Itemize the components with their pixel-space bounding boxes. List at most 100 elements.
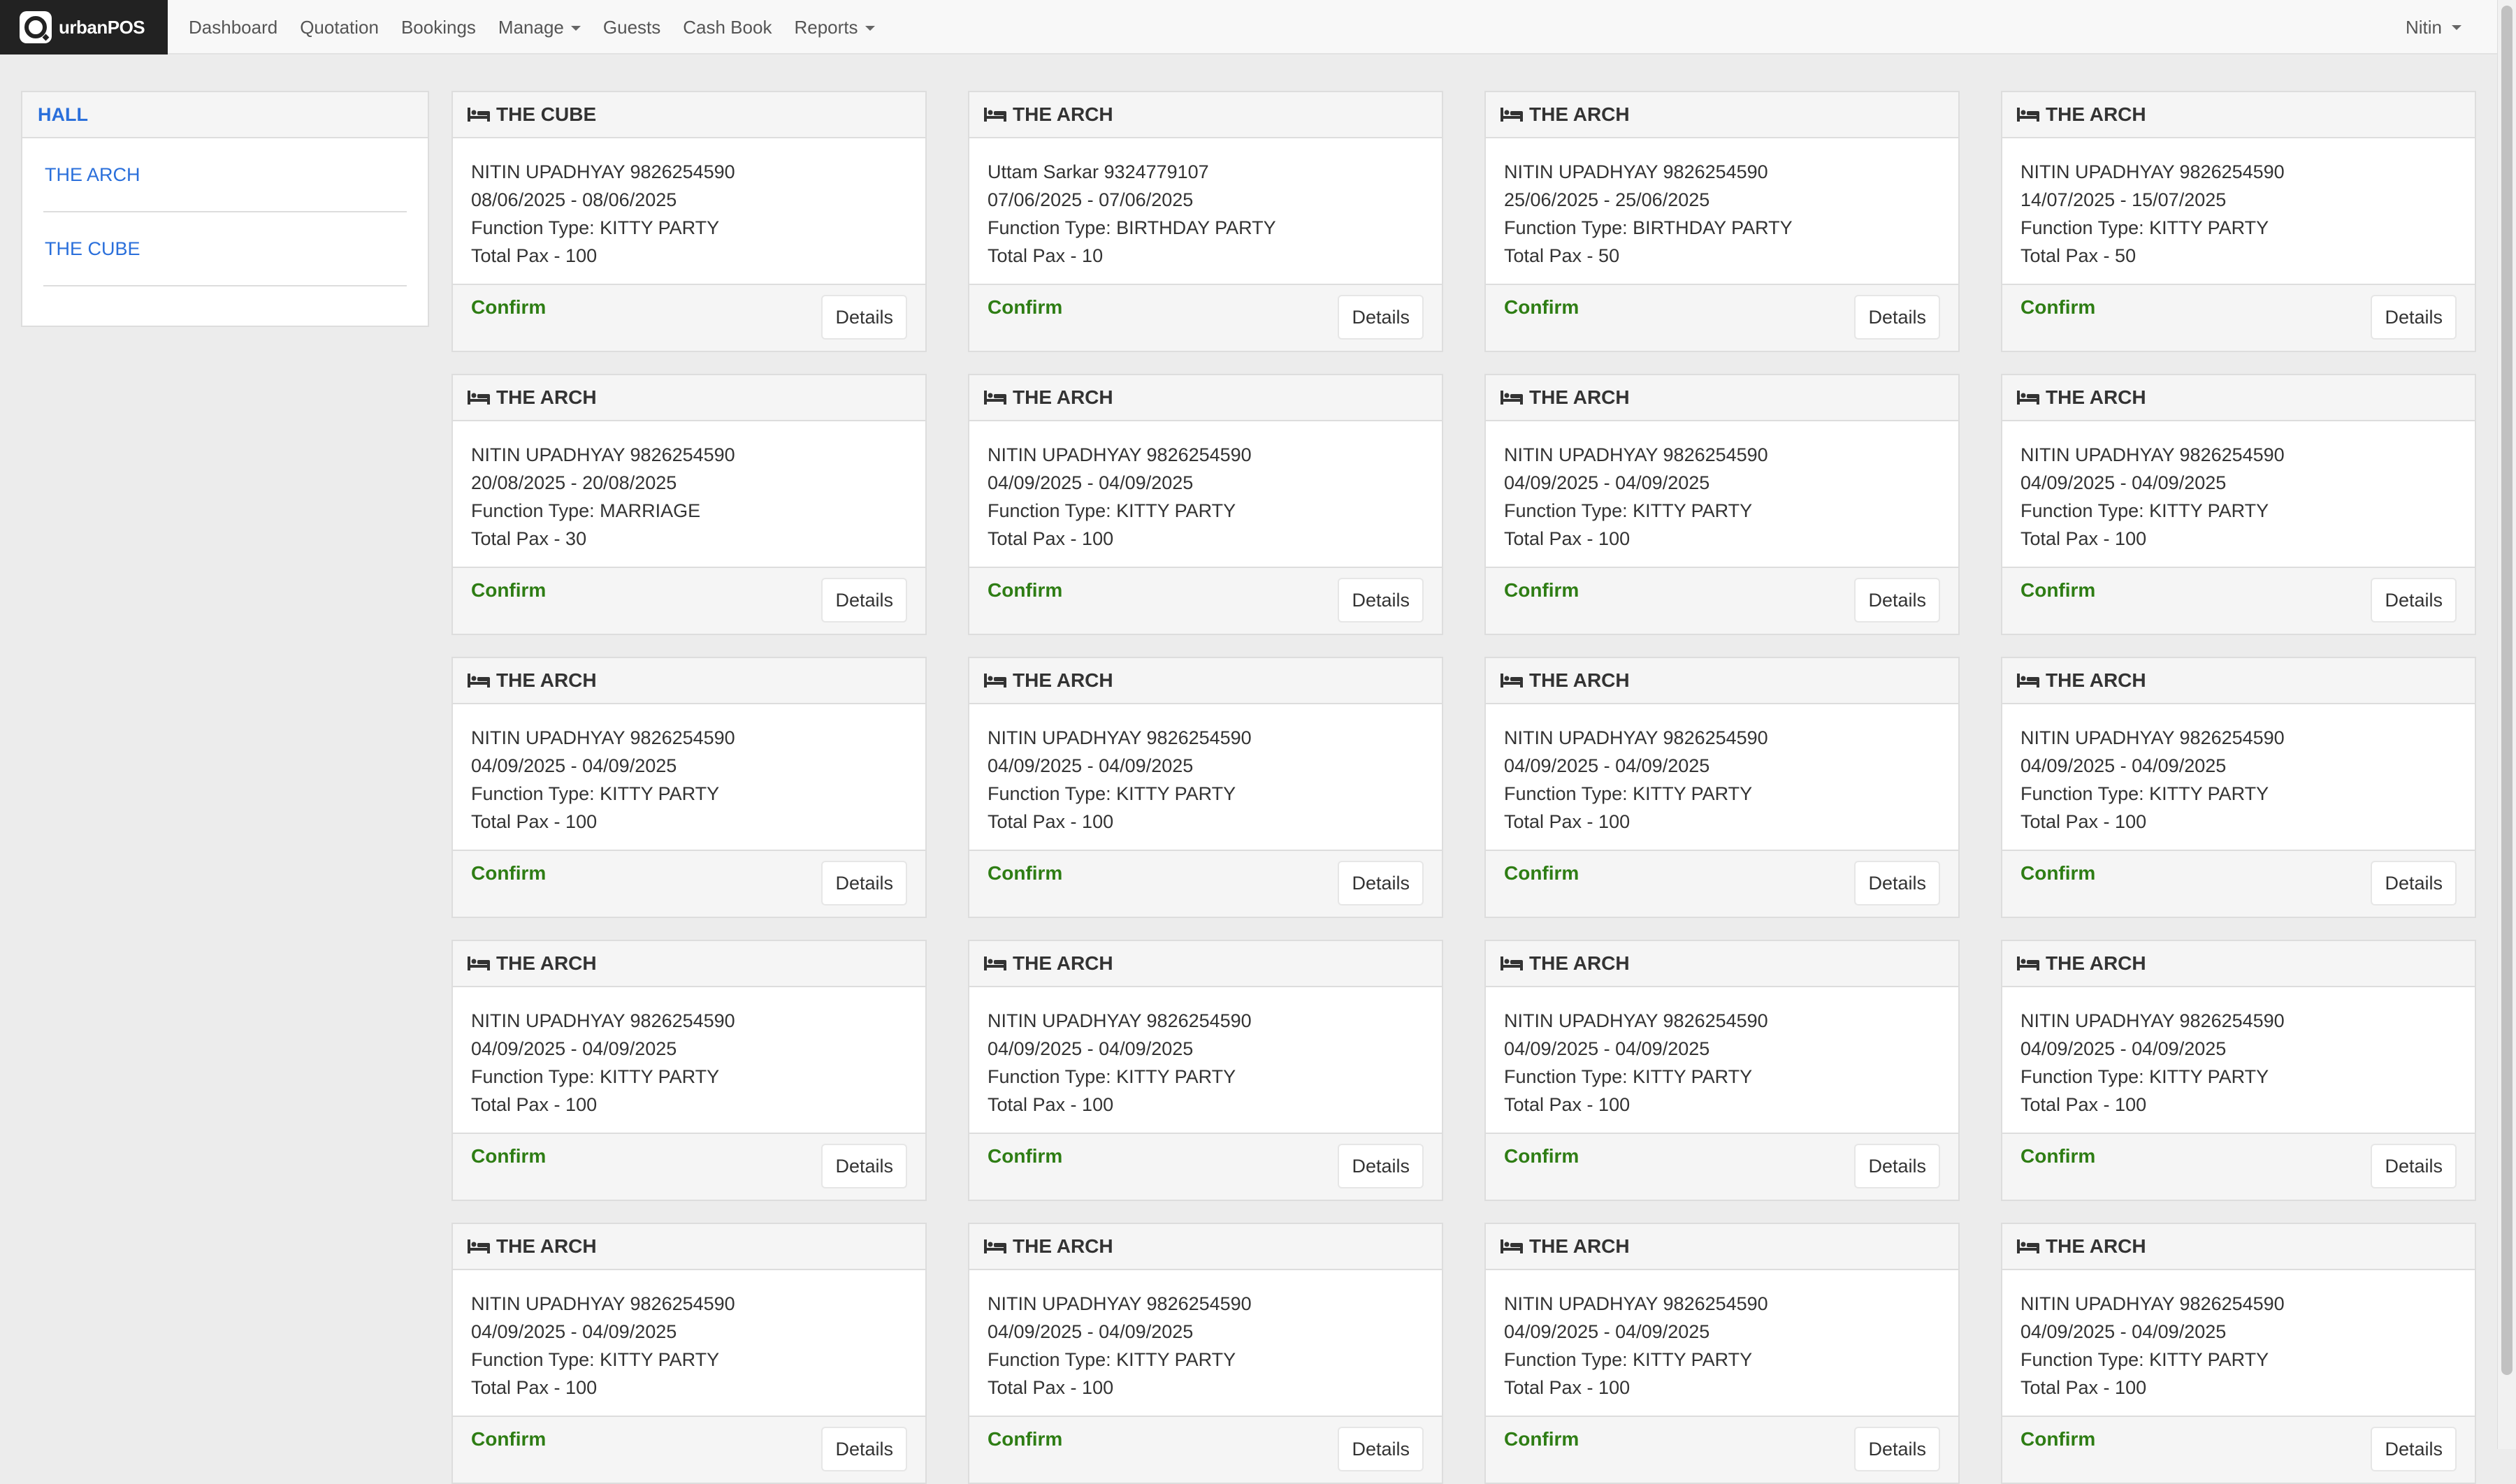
booking-card: THE ARCH NITIN UPADHYAY 9826254590 20/08…: [451, 374, 927, 635]
card-body: NITIN UPADHYAY 9826254590 04/09/2025 - 0…: [969, 1270, 1442, 1406]
nav-link-bookings[interactable]: Bookings: [401, 17, 476, 38]
user-menu[interactable]: Nitin: [2406, 0, 2461, 54]
total-pax: Total Pax - 100: [988, 1094, 1114, 1115]
scrollbar-thumb[interactable]: [2501, 6, 2513, 1375]
booking-dates: 04/09/2025 - 04/09/2025: [2020, 1321, 2227, 1342]
bed-icon: [1500, 389, 1524, 406]
bed-icon: [983, 106, 1007, 123]
function-type: Function Type: KITTY PARTY: [2020, 217, 2269, 238]
status-label: Confirm: [471, 862, 547, 884]
guest-info: NITIN UPADHYAY 9826254590: [988, 727, 1252, 748]
function-type: Function Type: KITTY PARTY: [1504, 1066, 1753, 1087]
total-pax: Total Pax - 100: [471, 245, 598, 266]
function-type: Function Type: KITTY PARTY: [471, 1066, 720, 1087]
card-hall-name: THE ARCH: [2046, 386, 2146, 408]
booking-dates: 08/06/2025 - 08/06/2025: [471, 189, 677, 210]
card-footer: Confirm Details: [969, 850, 1442, 917]
details-button[interactable]: Details: [1338, 295, 1424, 340]
card-footer: Confirm Details: [453, 1416, 925, 1483]
sidebar-item-the-cube[interactable]: THE CUBE: [43, 212, 407, 286]
details-button[interactable]: Details: [2371, 578, 2457, 623]
function-type: Function Type: MARRIAGE: [471, 500, 701, 521]
details-button[interactable]: Details: [2371, 1427, 2457, 1471]
nav-link-manage-label: Manage: [498, 16, 564, 38]
nav-link-quotation[interactable]: Quotation: [300, 17, 379, 38]
status-label: Confirm: [2020, 296, 2096, 318]
card-body: NITIN UPADHYAY 9826254590 04/09/2025 - 0…: [2002, 987, 2475, 1123]
card-body: NITIN UPADHYAY 9826254590 04/09/2025 - 0…: [2002, 1270, 2475, 1406]
details-button[interactable]: Details: [1338, 578, 1424, 623]
details-button[interactable]: Details: [1854, 295, 1940, 340]
booking-dates: 04/09/2025 - 04/09/2025: [1504, 1321, 1710, 1342]
details-button[interactable]: Details: [1338, 1427, 1424, 1471]
card-header: THE ARCH: [969, 375, 1442, 421]
function-type: Function Type: KITTY PARTY: [2020, 783, 2269, 804]
nav-dropdown-manage[interactable]: Manage: [498, 17, 581, 38]
bed-icon: [1500, 1238, 1524, 1255]
function-type: Function Type: KITTY PARTY: [2020, 1066, 2269, 1087]
details-button[interactable]: Details: [1338, 861, 1424, 905]
total-pax: Total Pax - 100: [2020, 528, 2147, 549]
function-type: Function Type: BIRTHDAY PARTY: [1504, 217, 1793, 238]
details-button[interactable]: Details: [1854, 1427, 1940, 1471]
function-type: Function Type: KITTY PARTY: [2020, 1349, 2269, 1370]
brand-logo[interactable]: urbanPOS: [0, 0, 168, 54]
details-button[interactable]: Details: [1854, 1144, 1940, 1188]
bed-icon: [983, 672, 1007, 689]
booking-dates: 04/09/2025 - 04/09/2025: [2020, 755, 2227, 776]
card-hall-name: THE ARCH: [1529, 386, 1630, 408]
bed-icon: [2016, 1238, 2040, 1255]
status-label: Confirm: [1504, 1428, 1579, 1450]
nav-link-dashboard[interactable]: Dashboard: [189, 17, 277, 38]
details-button[interactable]: Details: [821, 861, 907, 905]
booking-card: THE ARCH NITIN UPADHYAY 9826254590 04/09…: [968, 374, 1443, 635]
card-body: NITIN UPADHYAY 9826254590 25/06/2025 - 2…: [1486, 138, 1958, 274]
card-footer: Confirm Details: [1486, 1133, 1958, 1200]
booking-dates: 04/09/2025 - 04/09/2025: [2020, 472, 2227, 493]
nav-link-reports-label: Reports: [794, 16, 858, 38]
details-button[interactable]: Details: [821, 1144, 907, 1188]
details-button[interactable]: Details: [1854, 861, 1940, 905]
bed-icon: [983, 389, 1007, 406]
card-footer: Confirm Details: [969, 567, 1442, 634]
guest-info: NITIN UPADHYAY 9826254590: [471, 161, 735, 182]
nav-link-guests[interactable]: Guests: [603, 17, 660, 38]
total-pax: Total Pax - 100: [988, 1377, 1114, 1398]
status-label: Confirm: [1504, 862, 1579, 884]
guest-info: NITIN UPADHYAY 9826254590: [988, 1010, 1252, 1031]
booking-card: THE CUBE NITIN UPADHYAY 9826254590 08/06…: [451, 91, 927, 352]
booking-card: THE ARCH NITIN UPADHYAY 9826254590 04/09…: [1484, 657, 1960, 918]
details-button[interactable]: Details: [821, 578, 907, 623]
guest-info: NITIN UPADHYAY 9826254590: [1504, 1010, 1768, 1031]
total-pax: Total Pax - 100: [471, 1377, 598, 1398]
urbanpos-logo-icon: [20, 11, 52, 43]
page-scrollbar[interactable]: [2497, 0, 2516, 1449]
nav-dropdown-reports[interactable]: Reports: [794, 16, 875, 38]
nav-link-cash-book[interactable]: Cash Book: [683, 17, 772, 38]
details-button[interactable]: Details: [821, 295, 907, 340]
details-button[interactable]: Details: [1854, 578, 1940, 623]
function-type: Function Type: KITTY PARTY: [471, 1349, 720, 1370]
top-navbar: urbanPOS Dashboard Quotation Bookings Ma…: [0, 0, 2516, 54]
details-button[interactable]: Details: [2371, 1144, 2457, 1188]
card-body: NITIN UPADHYAY 9826254590 08/06/2025 - 0…: [453, 138, 925, 274]
guest-info: NITIN UPADHYAY 9826254590: [1504, 727, 1768, 748]
status-label: Confirm: [2020, 1145, 2096, 1167]
card-hall-name: THE ARCH: [1529, 952, 1630, 974]
function-type: Function Type: KITTY PARTY: [1504, 783, 1753, 804]
card-body: NITIN UPADHYAY 9826254590 04/09/2025 - 0…: [453, 987, 925, 1123]
details-button[interactable]: Details: [1338, 1144, 1424, 1188]
booking-dates: 25/06/2025 - 25/06/2025: [1504, 189, 1710, 210]
card-footer: Confirm Details: [1486, 850, 1958, 917]
caret-down-icon: [570, 26, 581, 31]
sidebar-item-the-arch[interactable]: THE ARCH: [43, 138, 407, 212]
booking-card: THE ARCH NITIN UPADHYAY 9826254590 04/09…: [2001, 1223, 2476, 1484]
details-button[interactable]: Details: [2371, 295, 2457, 340]
function-type: Function Type: KITTY PARTY: [988, 783, 1236, 804]
details-button[interactable]: Details: [2371, 861, 2457, 905]
booking-card: THE ARCH NITIN UPADHYAY 9826254590 04/09…: [451, 657, 927, 918]
booking-card: THE ARCH NITIN UPADHYAY 9826254590 04/09…: [1484, 940, 1960, 1201]
card-hall-name: THE ARCH: [1529, 103, 1630, 125]
card-hall-name: THE ARCH: [2046, 1235, 2146, 1257]
details-button[interactable]: Details: [821, 1427, 907, 1471]
